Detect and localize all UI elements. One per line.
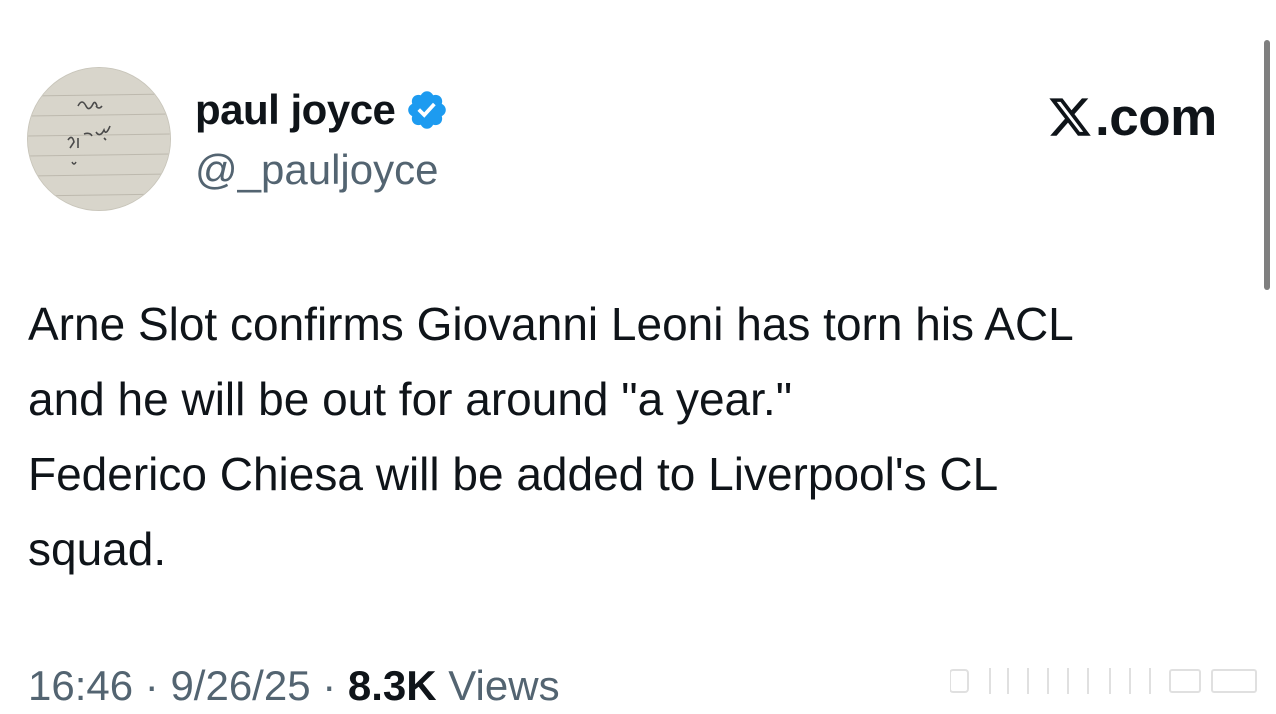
x-brand-logo: .com [1047,87,1217,147]
tweet-text: Arne Slot confirms Giovanni Leoni has to… [28,298,1074,575]
views-label-space [437,662,449,710]
views-label[interactable]: Views [448,662,559,710]
meta-separator: · [133,662,171,709]
scrollbar[interactable] [1264,40,1270,290]
tweet-date[interactable]: 9/26/25 [170,662,310,710]
verified-badge-icon [405,88,449,132]
tweet-time[interactable]: 16:46 [28,662,133,710]
brand-domain: .com [1095,87,1217,147]
author-handle[interactable]: @_pauljoyce [195,146,438,194]
views-count[interactable]: 8.3K [348,662,437,710]
author-display-name[interactable]: paul joyce [195,86,396,134]
watermark-icon [950,664,1270,698]
x-logo-icon [1049,98,1091,136]
author-name-row: paul joyce [195,84,449,136]
handwritten-note-icon [28,68,170,210]
meta-separator: · [310,662,348,709]
tweet-meta: 16:46 · 9/26/25 · 8.3K Views [28,658,560,714]
author-avatar[interactable] [27,67,171,211]
